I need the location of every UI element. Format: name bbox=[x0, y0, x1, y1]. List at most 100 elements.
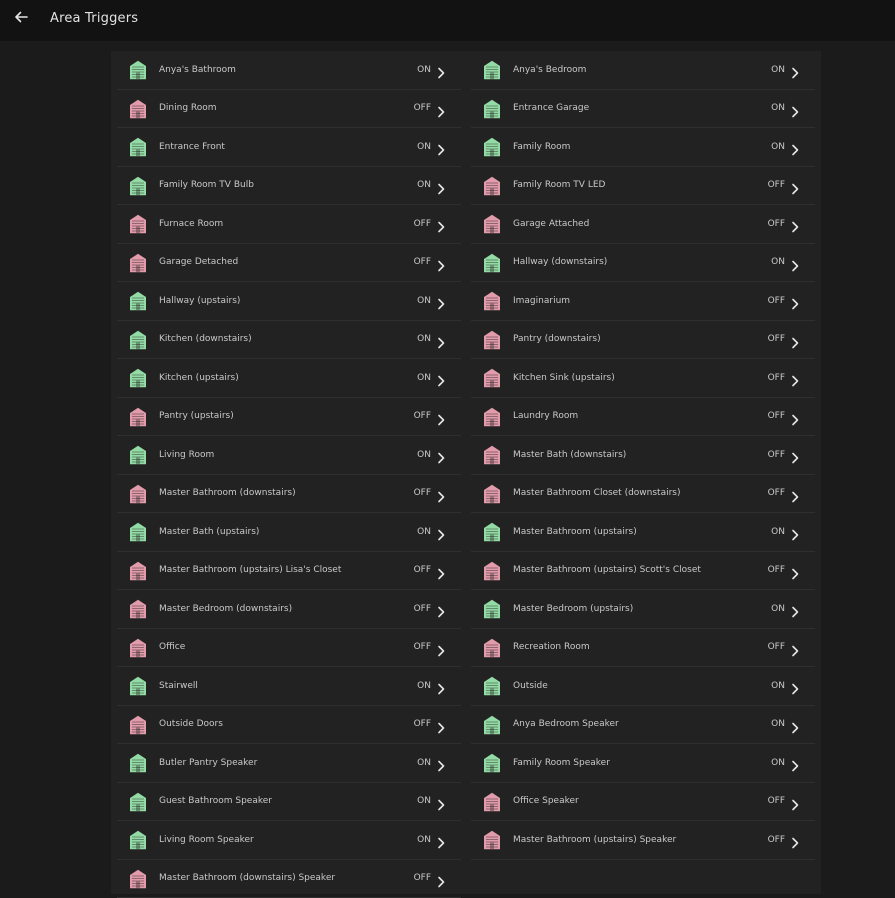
area-row-living-room[interactable]: Living RoomON bbox=[117, 436, 461, 475]
area-row-living-room-speaker[interactable]: Living Room SpeakerON bbox=[117, 821, 461, 860]
area-row-master-bathroom-downstairs[interactable]: Master Bathroom (downstairs)OFF bbox=[117, 475, 461, 514]
area-label: Garage Detached bbox=[159, 257, 238, 267]
area-label: Family Room bbox=[513, 142, 570, 152]
area-state: OFF bbox=[414, 873, 431, 883]
area-row-master-bedroom-upstairs[interactable]: Master Bedroom (upstairs)ON bbox=[471, 590, 815, 629]
house-off-icon bbox=[483, 176, 501, 196]
area-row-imaginarium[interactable]: ImaginariumOFF bbox=[471, 282, 815, 321]
area-state: OFF bbox=[768, 373, 785, 383]
area-row-master-bedroom-downstairs[interactable]: Master Bedroom (downstairs)OFF bbox=[117, 590, 461, 629]
house-on-icon bbox=[483, 715, 501, 735]
area-row-family-room-speaker[interactable]: Family Room SpeakerON bbox=[471, 744, 815, 783]
area-row-guest-bathroom-speaker[interactable]: Guest Bathroom Speaker ON bbox=[117, 783, 461, 822]
house-on-icon bbox=[129, 753, 147, 773]
area-row-master-bath-downstairs[interactable]: Master Bath (downstairs)OFF bbox=[471, 436, 815, 475]
area-row-anya-bedroom-speaker[interactable]: Anya Bedroom SpeakerON bbox=[471, 706, 815, 745]
area-row-outside[interactable]: OutsideON bbox=[471, 667, 815, 706]
area-label: Entrance Front bbox=[159, 142, 225, 152]
area-row-hallway-upstairs[interactable]: Hallway (upstairs)ON bbox=[117, 282, 461, 321]
area-row-kitchen-downstairs[interactable]: Kitchen (downstairs)ON bbox=[117, 321, 461, 360]
area-row-entrance-front[interactable]: Entrance FrontON bbox=[117, 128, 461, 167]
chevron-right-icon bbox=[437, 834, 445, 846]
area-row-furnace-room[interactable]: Furnace RoomOFF bbox=[117, 205, 461, 244]
chevron-right-icon bbox=[791, 257, 799, 269]
area-row-office-speaker[interactable]: Office SpeakerOFF bbox=[471, 783, 815, 822]
area-row-master-bathroom-upstairs-scott-s-closet[interactable]: Master Bathroom (upstairs) Scott's Close… bbox=[471, 552, 815, 591]
house-off-icon bbox=[483, 561, 501, 581]
chevron-right-icon bbox=[437, 411, 445, 423]
area-label: Guest Bathroom Speaker bbox=[159, 796, 272, 806]
page-title: Area Triggers bbox=[50, 11, 138, 26]
area-row-dining-room[interactable]: Dining RoomOFF bbox=[117, 90, 461, 129]
area-row-master-bathroom-downstairs-speaker[interactable]: Master Bathroom (downstairs) SpeakerOFF bbox=[117, 860, 461, 898]
chevron-right-icon bbox=[437, 180, 445, 192]
area-label: Anya's Bathroom bbox=[159, 65, 236, 75]
house-off-icon bbox=[483, 830, 501, 850]
area-row-outside-doors[interactable]: Outside DoorsOFF bbox=[117, 706, 461, 745]
chevron-right-icon bbox=[791, 180, 799, 192]
house-off-icon bbox=[129, 484, 147, 504]
area-state: ON bbox=[771, 604, 785, 614]
chevron-right-icon bbox=[437, 372, 445, 384]
area-row-anya-s-bedroom[interactable]: Anya's BedroomON bbox=[471, 51, 815, 90]
house-on-icon bbox=[129, 830, 147, 850]
area-row-garage-detached[interactable]: Garage Detached OFF bbox=[117, 244, 461, 283]
chevron-right-icon bbox=[791, 295, 799, 307]
area-label: Pantry (downstairs) bbox=[513, 334, 601, 344]
chevron-right-icon bbox=[437, 449, 445, 461]
area-row-office[interactable]: OfficeOFF bbox=[117, 629, 461, 668]
chevron-right-icon bbox=[791, 334, 799, 346]
house-off-icon bbox=[483, 330, 501, 350]
area-row-master-bathroom-upstairs-speaker[interactable]: Master Bathroom (upstairs) SpeakerOFF bbox=[471, 821, 815, 860]
chevron-right-icon bbox=[791, 372, 799, 384]
house-off-icon bbox=[129, 253, 147, 273]
house-on-icon bbox=[483, 137, 501, 157]
area-row-entrance-garage[interactable]: Entrance GarageON bbox=[471, 90, 815, 129]
area-row-recreation-room[interactable]: Recreation RoomOFF bbox=[471, 629, 815, 668]
area-state: ON bbox=[417, 334, 431, 344]
area-row-butler-pantry-speaker[interactable]: Butler Pantry SpeakerON bbox=[117, 744, 461, 783]
area-label: Pantry (upstairs) bbox=[159, 411, 234, 421]
chevron-right-icon bbox=[791, 834, 799, 846]
area-row-master-bathroom-upstairs[interactable]: Master Bathroom (upstairs)ON bbox=[471, 513, 815, 552]
area-row-kitchen-upstairs[interactable]: Kitchen (upstairs)ON bbox=[117, 359, 461, 398]
area-state: ON bbox=[417, 796, 431, 806]
house-off-icon bbox=[129, 599, 147, 619]
area-label: Anya's Bedroom bbox=[513, 65, 586, 75]
chevron-right-icon bbox=[791, 64, 799, 76]
house-off-icon bbox=[483, 368, 501, 388]
area-label: Master Bathroom (upstairs) bbox=[513, 527, 637, 537]
area-state: ON bbox=[771, 758, 785, 768]
area-row-master-bathroom-closet-downstairs[interactable]: Master Bathroom Closet (downstairs)OFF bbox=[471, 475, 815, 514]
house-off-icon bbox=[483, 445, 501, 465]
area-row-family-room-tv-led[interactable]: Family Room TV LEDOFF bbox=[471, 167, 815, 206]
area-state: OFF bbox=[414, 604, 431, 614]
area-label: Anya Bedroom Speaker bbox=[513, 719, 619, 729]
area-row-family-room-tv-bulb[interactable]: Family Room TV BulbON bbox=[117, 167, 461, 206]
area-row-stairwell[interactable]: StairwellON bbox=[117, 667, 461, 706]
area-row-hallway-downstairs[interactable]: Hallway (downstairs)ON bbox=[471, 244, 815, 283]
area-label: Master Bathroom (downstairs) bbox=[159, 488, 296, 498]
area-state: OFF bbox=[414, 257, 431, 267]
area-row-family-room[interactable]: Family RoomON bbox=[471, 128, 815, 167]
area-label: Stairwell bbox=[159, 681, 198, 691]
house-on-icon bbox=[129, 137, 147, 157]
back-button[interactable] bbox=[12, 8, 30, 26]
area-row-pantry-downstairs[interactable]: Pantry (downstairs)OFF bbox=[471, 321, 815, 360]
area-row-anya-s-bathroom[interactable]: Anya's BathroomON bbox=[117, 51, 461, 90]
area-row-kitchen-sink-upstairs[interactable]: Kitchen Sink (upstairs)OFF bbox=[471, 359, 815, 398]
area-label: Master Bathroom Closet (downstairs) bbox=[513, 488, 681, 498]
area-row-master-bath-upstairs[interactable]: Master Bath (upstairs)ON bbox=[117, 513, 461, 552]
chevron-right-icon bbox=[437, 103, 445, 115]
area-row-garage-attached[interactable]: Garage AttachedOFF bbox=[471, 205, 815, 244]
chevron-right-icon bbox=[791, 719, 799, 731]
area-row-pantry-upstairs[interactable]: Pantry (upstairs)OFF bbox=[117, 398, 461, 437]
area-row-master-bathroom-upstairs-lisa-s-closet[interactable]: Master Bathroom (upstairs) Lisa's Closet… bbox=[117, 552, 461, 591]
area-row-laundry-room[interactable]: Laundry RoomOFF bbox=[471, 398, 815, 437]
house-off-icon bbox=[129, 561, 147, 581]
area-state: OFF bbox=[768, 796, 785, 806]
area-label: Outside bbox=[513, 681, 548, 691]
chevron-right-icon bbox=[437, 218, 445, 230]
area-state: ON bbox=[771, 103, 785, 113]
area-label: Laundry Room bbox=[513, 411, 578, 421]
